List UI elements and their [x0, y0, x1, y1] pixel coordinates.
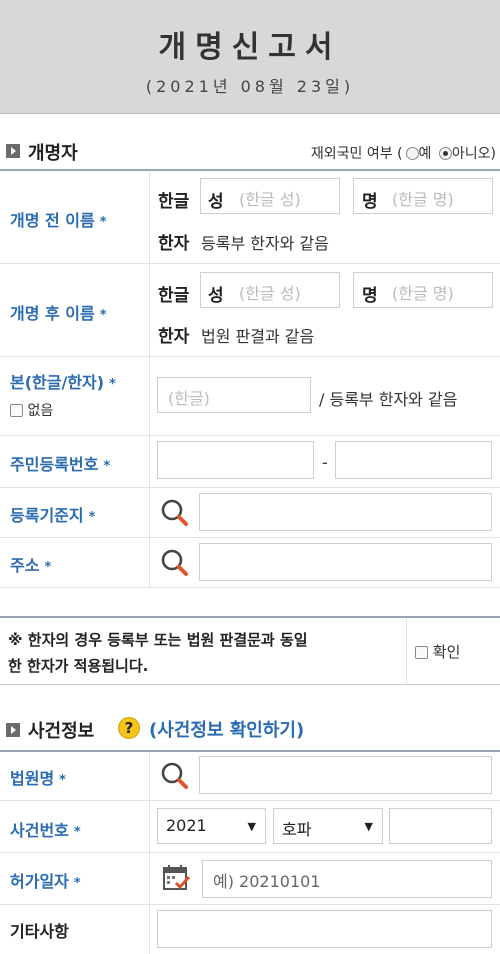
section-title-applicant: 개명자: [28, 143, 78, 164]
court-label: 법원명 *: [10, 769, 66, 788]
notice-line-1: ※ 한자의 경우 등록부 또는 법원 판결문과 동일: [8, 631, 308, 649]
hangul-label: 한글: [158, 286, 190, 306]
name-before-given-input[interactable]: (한글 명): [353, 178, 493, 214]
row-origin: 본(한글/한자) * 없음 (한글) / 등록부 한자와 같음: [0, 357, 500, 436]
name-after-hanja-text: 법원 판결과 같음: [201, 327, 315, 346]
notice-confirm-option[interactable]: 확인: [415, 641, 460, 662]
other-input[interactable]: [157, 910, 492, 948]
row-case-number: 사건번호 * 2021 ▼ 호파 ▼: [0, 801, 500, 853]
case-number-label: 사건번호 *: [10, 821, 81, 840]
overseas-close: ): [490, 146, 496, 162]
rrn-separator: -: [322, 453, 328, 472]
row-permit-date: 허가일자 * 예) 20210101: [0, 853, 500, 905]
row-address: 주소 *: [0, 538, 500, 588]
address-label: 주소 *: [10, 556, 52, 575]
rrn-label: 주민등록번호 *: [10, 455, 111, 474]
hanja-label: 한자: [158, 327, 190, 347]
court-input[interactable]: [199, 756, 492, 794]
section-bullet-icon: [6, 144, 20, 158]
case-year-select[interactable]: 2021 ▼: [157, 808, 266, 844]
required-icon: *: [44, 560, 52, 575]
notice-line-2: 한 한자가 적용됩니다.: [8, 657, 149, 675]
hanja-label: 한자: [158, 234, 190, 254]
hanja-notice: ※ 한자의 경우 등록부 또는 법원 판결문과 동일 한 한자가 적용됩니다. …: [0, 616, 500, 685]
overseas-yes-radio[interactable]: [405, 147, 419, 160]
form-header: 개명신고서 (2021년 08월 23일): [0, 0, 500, 114]
required-icon: *: [73, 876, 81, 891]
origin-none-checkbox[interactable]: [10, 404, 23, 417]
help-icon[interactable]: ?: [118, 717, 140, 739]
overseas-status: 재외국민 여부 ( 예 아니오): [311, 143, 496, 163]
applicant-section-header: 개명자 재외국민 여부 ( 예 아니오): [0, 131, 500, 171]
dropdown-arrow-icon: ▼: [247, 820, 256, 833]
search-icon[interactable]: [160, 761, 190, 791]
name-before-surname-input[interactable]: (한글 성): [200, 178, 340, 214]
case-type-select[interactable]: 호파 ▼: [273, 808, 383, 844]
row-rrn: 주민등록번호 * -: [0, 436, 500, 488]
registry-base-label: 등록기준지 *: [10, 506, 96, 525]
search-icon[interactable]: [160, 498, 190, 528]
name-after-given-input[interactable]: (한글 명): [353, 272, 493, 308]
name-after-surname-input[interactable]: (한글 성): [200, 272, 340, 308]
permit-date-input[interactable]: 예) 20210101: [202, 860, 492, 898]
search-icon[interactable]: [160, 548, 190, 578]
row-court: 법원명 *: [0, 752, 500, 801]
calendar-icon[interactable]: [162, 864, 192, 894]
overseas-label: 재외국민 여부 (: [310, 146, 403, 162]
row-registry-base: 등록기준지 *: [0, 488, 500, 538]
origin-none-option[interactable]: 없음: [10, 400, 53, 420]
required-icon: *: [99, 308, 107, 323]
origin-hangul-input[interactable]: (한글): [157, 377, 311, 413]
section-bullet-icon: [6, 723, 20, 737]
address-input[interactable]: [199, 543, 492, 581]
origin-label: 본(한글/한자) *: [10, 373, 116, 392]
origin-suffix-text: / 등록부 한자와 같음: [319, 390, 458, 409]
required-icon: *: [99, 215, 107, 230]
registry-base-input[interactable]: [199, 493, 492, 531]
case-number-input[interactable]: [389, 808, 492, 844]
rrn-second-input[interactable]: [335, 441, 492, 479]
dropdown-arrow-icon: ▼: [364, 820, 373, 833]
form-date: (2021년 08월 23일): [145, 77, 355, 96]
name-before-hanja-text: 등록부 한자와 같음: [201, 234, 329, 253]
required-icon: *: [109, 377, 116, 392]
form-title: 개명신고서: [158, 30, 342, 65]
required-icon: *: [88, 510, 96, 525]
required-icon: *: [59, 773, 66, 788]
other-label: 기타사항: [10, 922, 69, 941]
name-after-label: 개명 후 이름 *: [10, 304, 107, 323]
permit-date-label: 허가일자 *: [10, 872, 81, 891]
required-icon: *: [103, 459, 111, 474]
name-before-label: 개명 전 이름 *: [10, 211, 107, 230]
case-section-header: 사건정보 ? (사건정보 확인하기): [0, 708, 500, 752]
row-name-after: 개명 후 이름 * 한글 성 (한글 성) 명 (한글 명) 한자 법원 판결과 …: [0, 264, 500, 357]
notice-confirm-checkbox[interactable]: [415, 646, 428, 659]
case-info-link[interactable]: (사건정보 확인하기): [149, 716, 304, 742]
row-name-before: 개명 전 이름 * 한글 성 (한글 성) 명 (한글 명) 한자 등록부 한자와…: [0, 171, 500, 264]
overseas-no-radio[interactable]: [438, 147, 452, 160]
hangul-label: 한글: [158, 192, 190, 212]
overseas-no-label[interactable]: 아니오: [452, 146, 491, 162]
overseas-yes-label[interactable]: 예: [419, 146, 432, 162]
required-icon: *: [73, 825, 81, 840]
rrn-first-input[interactable]: [157, 441, 314, 479]
section-title-case: 사건정보: [28, 721, 95, 742]
row-other: 기타사항: [0, 905, 500, 954]
